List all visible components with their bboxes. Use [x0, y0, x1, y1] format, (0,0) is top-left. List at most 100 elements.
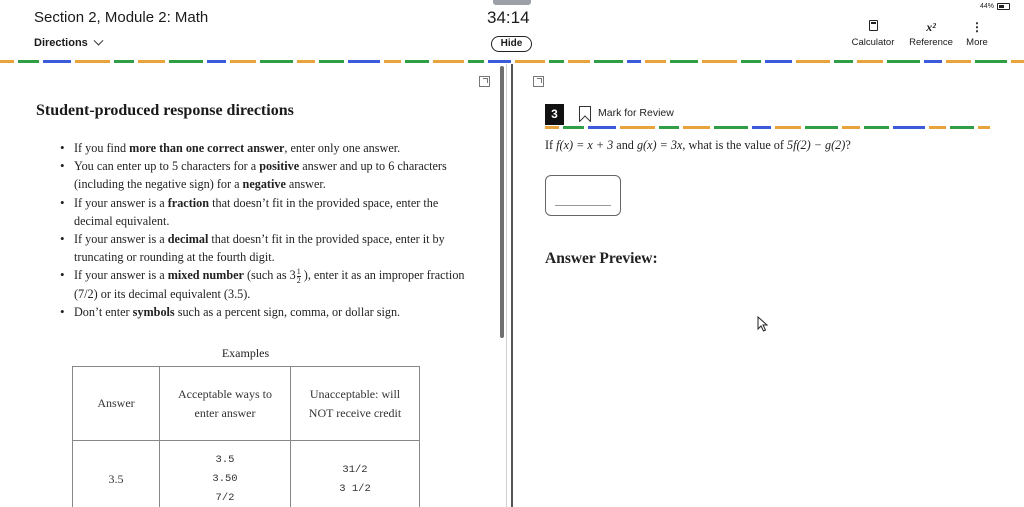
battery-percent: 44% [979, 3, 994, 10]
stripe-segment [18, 60, 39, 63]
question-text: If f(x) = x + 3 and g(x) = 3x, what is t… [545, 138, 851, 152]
battery-icon [997, 3, 1010, 10]
directions-title: Student-produced response directions [36, 102, 294, 119]
answer-preview-label: Answer Preview: [545, 250, 658, 267]
stripe-segment [138, 60, 165, 63]
directions-list: If you find more than one correct answer… [60, 139, 470, 322]
stripe-segment [0, 60, 14, 63]
timer: 34:14 [487, 8, 530, 27]
stripe-segment [620, 126, 655, 129]
examples-table: Answer Acceptable ways to enter answer U… [72, 366, 420, 507]
stripe-segment [929, 126, 946, 129]
stripe-segment [670, 60, 698, 63]
stripe-segment [857, 60, 883, 63]
divider-line [511, 64, 513, 507]
table-header: Answer [72, 366, 160, 441]
stripe-segment [207, 60, 226, 63]
table-row: 3.5 3.5 3.50 7/2 31/2 3 1/2 [72, 440, 420, 507]
stripe-segment [260, 60, 293, 63]
stripe-segment [714, 126, 748, 129]
directions-pane: Student-produced response directions If … [0, 64, 506, 507]
table-cell: 31/2 3 1/2 [290, 440, 420, 507]
pane-divider[interactable] [500, 64, 514, 507]
stripe-segment [568, 60, 590, 63]
stripe-segment [114, 60, 134, 63]
stripe-segment [975, 60, 1007, 63]
stripe-segment [741, 60, 761, 63]
calculator-icon [868, 20, 878, 31]
stripe-segment [893, 126, 925, 129]
answer-underline [555, 205, 611, 206]
stripe-segment [887, 60, 920, 63]
stripe-segment [549, 60, 564, 63]
calculator-label: Calculator [851, 37, 895, 48]
stripe-segment [834, 60, 853, 63]
stripe-segment [384, 60, 401, 63]
stripe-segment [864, 126, 889, 129]
table-header: Acceptable ways to enter answer [159, 366, 291, 441]
stripe-segment [588, 126, 616, 129]
stripe-segment [545, 126, 559, 129]
examples-caption: Examples [221, 346, 270, 360]
stripe-segment [348, 60, 380, 63]
top-bar: Section 2, Module 2: Math Directions 34:… [0, 0, 1024, 60]
list-item: If you find more than one correct answer… [60, 139, 470, 157]
stripe-segment [752, 126, 771, 129]
more-button[interactable]: ⋮ More [962, 20, 992, 48]
stripe-segment [645, 60, 666, 63]
stripe-segment [702, 60, 737, 63]
mark-for-review-button[interactable]: Mark for Review [598, 107, 674, 119]
stripe-segment [978, 126, 990, 129]
stripe-segment [627, 60, 641, 63]
list-item: If your answer is a fraction that doesn’… [60, 194, 470, 230]
list-item: Don’t enter symbols such as a percent si… [60, 303, 470, 321]
timer-handle[interactable] [493, 0, 531, 5]
directions-toggle[interactable]: Directions [34, 35, 104, 49]
expand-icon[interactable] [533, 76, 544, 87]
more-icon: ⋮ [971, 20, 983, 34]
stripe-segment [683, 126, 710, 129]
stripe-segment [594, 60, 623, 63]
stripe-segment [1011, 60, 1024, 63]
list-item: If your answer is a decimal that doesn’t… [60, 230, 470, 266]
stripe-segment [515, 60, 545, 63]
stripe-segment [924, 60, 942, 63]
expand-icon[interactable] [479, 76, 490, 87]
reference-icon: x² [926, 20, 936, 34]
stripe-segment [765, 60, 792, 63]
stripe-segment [468, 60, 484, 63]
stripe-segment [946, 60, 971, 63]
stripe-segment [433, 60, 464, 63]
answer-input[interactable] [545, 175, 621, 216]
section-title: Section 2, Module 2: Math [34, 9, 209, 26]
bookmark-icon[interactable] [579, 106, 591, 122]
calculator-button[interactable]: Calculator [850, 20, 896, 48]
mouse-cursor-icon [757, 316, 769, 332]
stripe-segment [563, 126, 584, 129]
reference-label: Reference [909, 37, 953, 48]
stripe-segment [169, 60, 203, 63]
directions-label: Directions [34, 37, 88, 49]
reference-button[interactable]: x² Reference [906, 20, 956, 48]
chevron-down-icon [93, 35, 104, 46]
stripe-segment [842, 126, 860, 129]
list-item: You can enter up to 5 characters for a p… [60, 157, 470, 193]
stripe-segment [75, 60, 110, 63]
stripe-segment [230, 60, 256, 63]
stripe-segment [405, 60, 429, 63]
table-header: Unacceptable: will NOT receive credit [290, 366, 420, 441]
hide-timer-button[interactable]: Hide [491, 36, 532, 52]
stripe-segment [950, 126, 974, 129]
stripe-segment [297, 60, 315, 63]
table-cell: 3.5 [72, 440, 160, 507]
header-color-stripe [0, 60, 1024, 63]
stripe-segment [805, 126, 838, 129]
table-cell: 3.5 3.50 7/2 [159, 440, 291, 507]
list-item: If your answer is a mixed number (such a… [60, 266, 470, 303]
more-label: More [966, 37, 988, 48]
scrollbar[interactable] [500, 66, 504, 338]
stripe-segment [488, 60, 511, 63]
question-number: 3 [545, 104, 564, 125]
question-pane: 3 Mark for Review If f(x) = x + 3 and g(… [515, 64, 1024, 507]
stripe-segment [319, 60, 344, 63]
